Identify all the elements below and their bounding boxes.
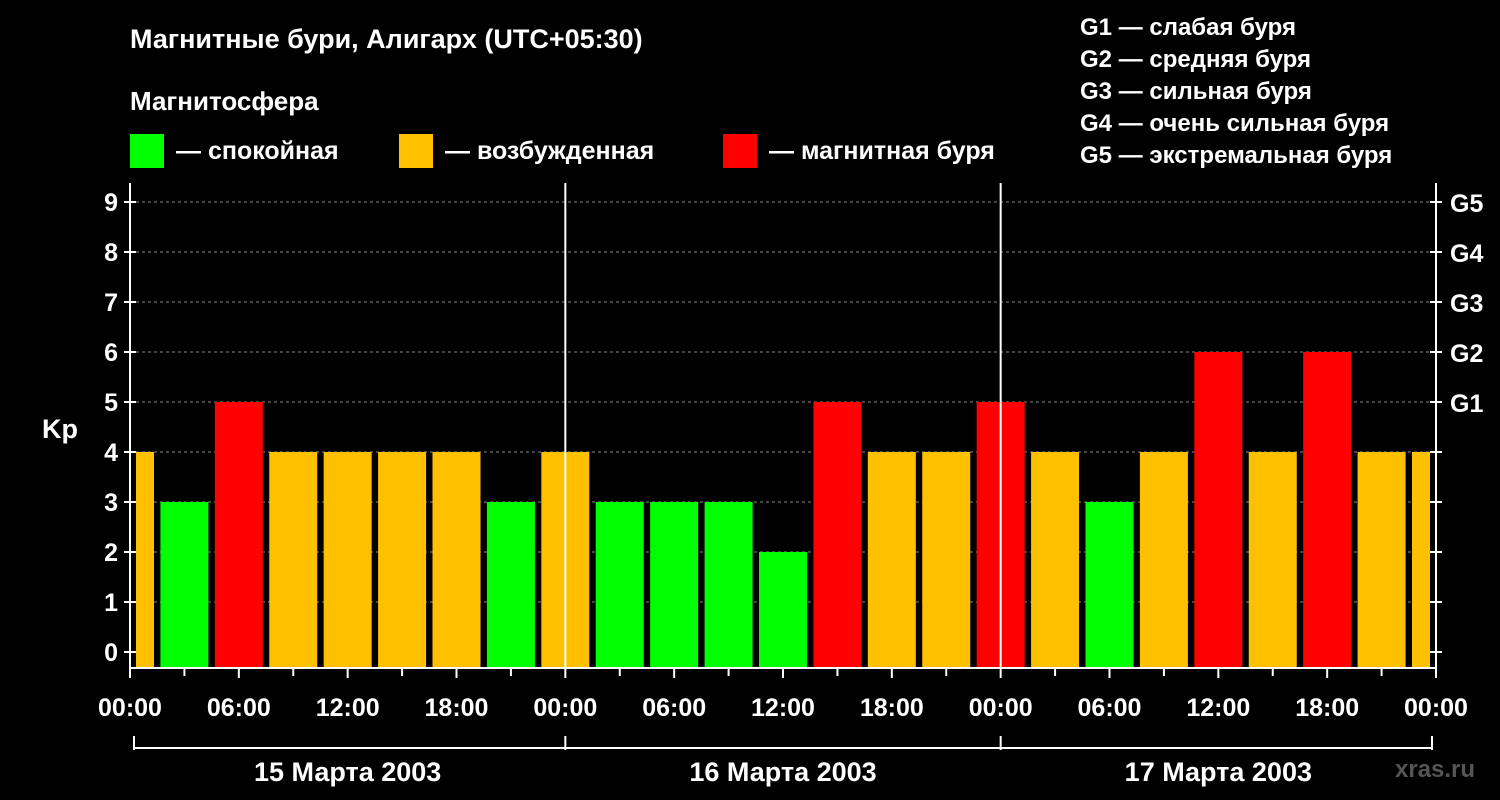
g-level-label: G5 — [1450, 190, 1483, 218]
y-tick-label: 2 — [104, 539, 118, 567]
kp-bar — [1085, 502, 1134, 668]
y-tick-label: 9 — [104, 189, 118, 217]
y-tick-label: 8 — [104, 239, 118, 267]
x-tick-label: 12:00 — [316, 694, 380, 722]
kp-bar — [432, 452, 481, 668]
y-tick-label: 1 — [104, 589, 118, 617]
x-tick-label: 06:00 — [207, 694, 271, 722]
g-level-label: G1 — [1450, 390, 1483, 418]
kp-bar-chart: 0 1 2 3 4 5 6 7 8 9 G1 G2 G3 G4 G5 Kp 00:00 06:00 12:00 18:… — [42, 183, 1483, 787]
y-tick-label: 7 — [104, 289, 118, 317]
x-tick-label: 18:00 — [1295, 694, 1359, 722]
kp-bar — [378, 452, 427, 668]
g-level-label: G4 — [1450, 240, 1483, 268]
kp-bar — [1303, 352, 1352, 668]
kp-bar — [269, 452, 318, 668]
y-tick-label: 0 — [104, 639, 118, 667]
x-tick-label: 00:00 — [1404, 694, 1468, 722]
kp-bar — [486, 502, 535, 668]
kp-bar — [214, 402, 263, 668]
y-tick-label: 4 — [104, 439, 118, 467]
g-level-label: G3 — [1450, 290, 1483, 318]
day-label: 15 Марта 2003 — [254, 757, 441, 787]
x-tick-label: 06:00 — [1078, 694, 1142, 722]
day-label: 17 Марта 2003 — [1125, 757, 1312, 787]
kp-bar — [704, 502, 753, 668]
kp-bar — [323, 452, 372, 668]
kp-bar — [160, 502, 209, 668]
kp-bar — [1139, 452, 1188, 668]
kp-bar — [1031, 452, 1080, 668]
x-tick-label: 12:00 — [751, 694, 815, 722]
kp-bar — [595, 502, 644, 668]
watermark: xras.ru — [1395, 756, 1476, 783]
y-axis-label: Kp — [42, 414, 78, 444]
x-tick-label: 00:00 — [969, 694, 1033, 722]
kp-bar — [867, 452, 916, 668]
x-tick-label: 00:00 — [533, 694, 597, 722]
x-tick-label: 12:00 — [1186, 694, 1250, 722]
kp-bar — [1194, 352, 1243, 668]
y-tick-label: 3 — [104, 489, 118, 517]
x-tick-label: 18:00 — [860, 694, 924, 722]
kp-bar — [136, 452, 154, 668]
kp-bar — [650, 502, 699, 668]
kp-bar — [759, 552, 807, 668]
day-label: 16 Марта 2003 — [689, 757, 876, 787]
x-tick-label: 00:00 — [98, 694, 162, 722]
kp-bar — [1412, 452, 1430, 668]
kp-bar — [922, 452, 971, 668]
kp-bar — [1357, 452, 1406, 668]
g-level-label: G2 — [1450, 340, 1483, 368]
kp-bar — [813, 402, 862, 668]
x-tick-label: 06:00 — [642, 694, 706, 722]
y-tick-label: 6 — [104, 339, 118, 367]
kp-bar — [1248, 452, 1297, 668]
y-tick-label: 5 — [104, 389, 118, 417]
x-tick-label: 18:00 — [425, 694, 489, 722]
